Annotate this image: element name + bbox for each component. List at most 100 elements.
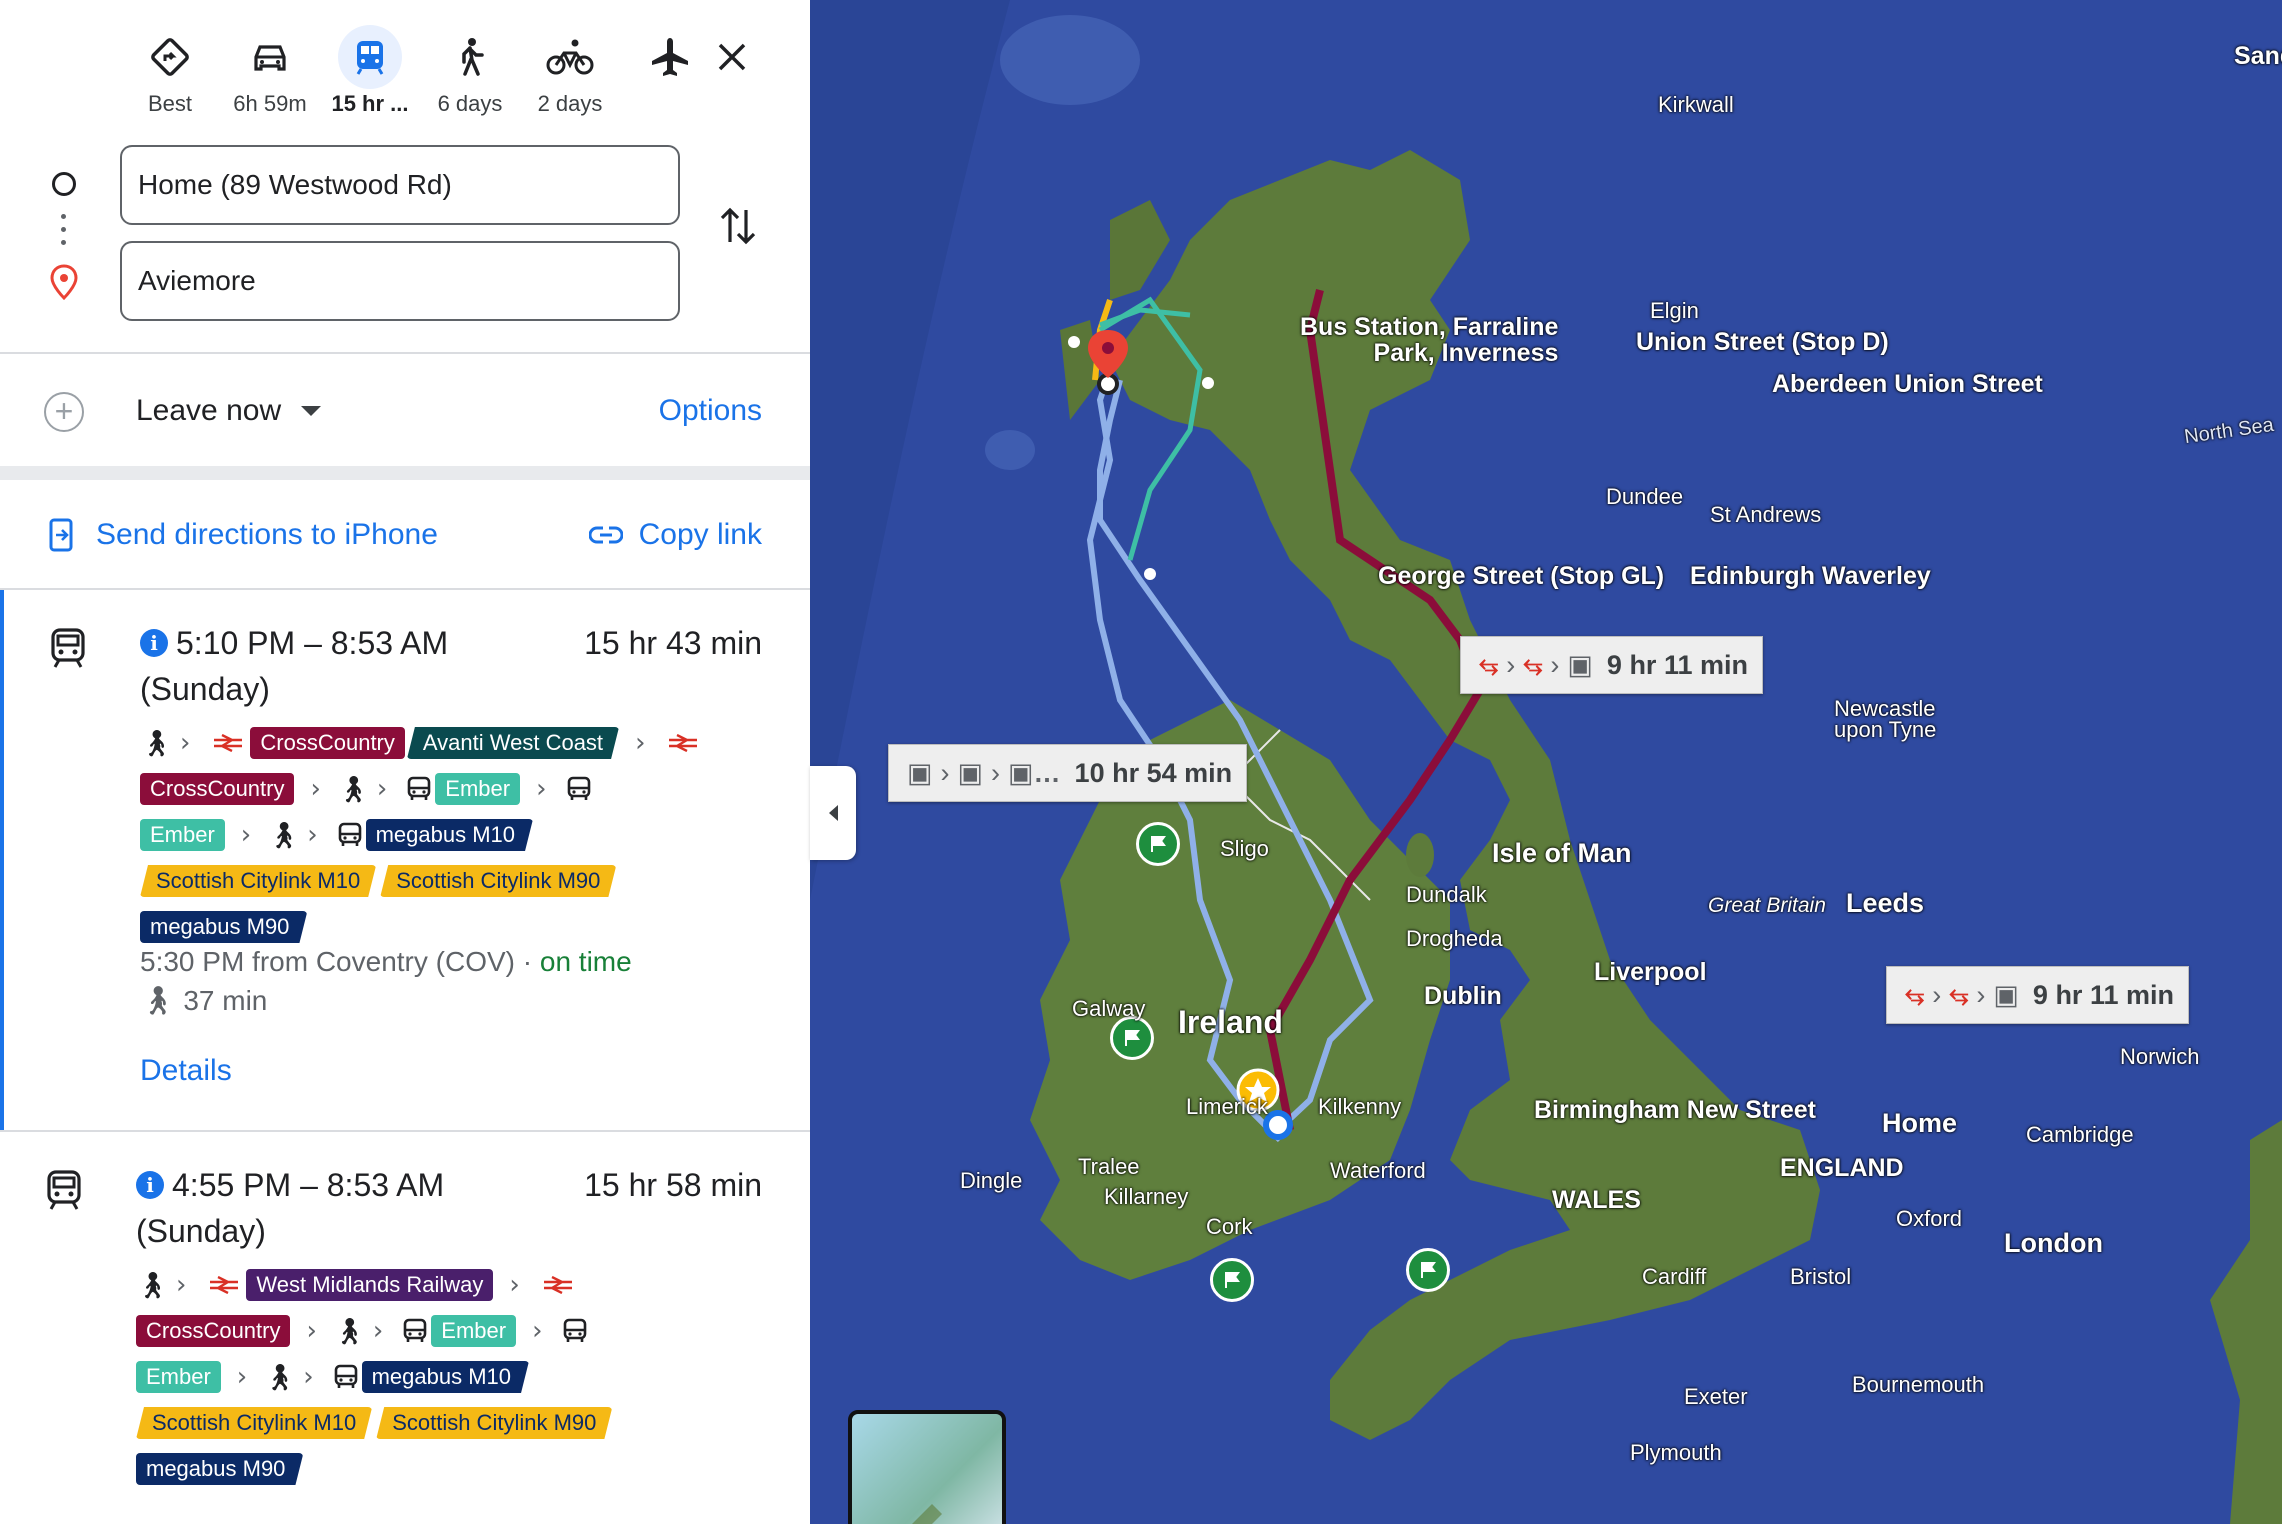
route-option-1[interactable]: i 5:10 PM – 8:53 AM (Sunday) 15 hr 43 min… (0, 590, 810, 1130)
line-badge-megabus-m10: megabus M10 (362, 1361, 529, 1393)
details-link[interactable]: Details (140, 1054, 232, 1088)
line-badge-ember: Ember (140, 819, 225, 851)
mode-cycle[interactable]: 2 days (520, 25, 620, 117)
layers-button[interactable] (848, 1410, 1006, 1524)
national-rail-icon (212, 734, 244, 752)
map-label-sligo: Sligo (1220, 836, 1269, 861)
route-2-time-range: 4:55 PM – 8:53 AM (Sunday) (136, 1167, 445, 1249)
add-stop-icon[interactable]: + (44, 392, 84, 432)
copy-link-button[interactable]: Copy link (588, 518, 762, 552)
close-directions-button[interactable] (700, 25, 764, 89)
destination-input[interactable]: Aviemore (120, 241, 680, 321)
map-label-birmingham: Birmingham New Street (1534, 1096, 1817, 1124)
flag-marker[interactable] (1406, 1248, 1450, 1292)
map-label-george-street: George Street (Stop GL) (1378, 562, 1665, 590)
line-badge-west-midlands-railway: West Midlands Railway (246, 1269, 494, 1301)
swap-arrows-icon (720, 207, 756, 245)
route-callout-2[interactable]: ▣ › ▣ › ▣… 10 hr 54 min (888, 744, 1248, 802)
origin-circle-icon (52, 172, 76, 196)
map-label-great-britain: Great Britain (1708, 894, 1826, 917)
mode-walk[interactable]: 6 days (420, 25, 520, 117)
flag-marker[interactable] (1210, 1258, 1254, 1302)
route-1-times: i 5:10 PM – 8:53 AM (Sunday) (140, 620, 580, 712)
options-button[interactable]: Options (659, 394, 762, 428)
connector-dots (61, 214, 67, 253)
line-badge-ember: Ember (136, 1361, 221, 1393)
bus-icon (563, 1318, 587, 1344)
train-icon (48, 626, 88, 675)
map-canvas[interactable]: ⥃ › ⥃ › ▣ 9 hr 11 min ▣ › ▣ › ▣… 10 hr 54 min ⥃ › ⥃ ›… (810, 0, 2282, 1524)
map-label-plymouth: Plymouth (1630, 1440, 1722, 1465)
map-label-kirkwall: Kirkwall (1658, 92, 1734, 117)
bus-icon: ▣ (907, 757, 933, 788)
bus-icon: ▣… (1008, 757, 1061, 788)
mode-best-label: Best (147, 91, 193, 116)
route-option-2[interactable]: i 4:55 PM – 8:53 AM (Sunday) 15 hr 58 min… (0, 1132, 810, 1524)
map-label-drogheda: Drogheda (1406, 926, 1503, 951)
caret-down-icon (301, 406, 322, 416)
line-badge-citylink-m10: Scottish Citylink M10 (136, 1407, 372, 1439)
leave-now-dropdown[interactable]: Leave now (136, 394, 322, 428)
collapse-panel-button[interactable] (810, 766, 856, 860)
map-label-union-street: Union Street (Stop D) (1636, 328, 1889, 356)
walk-icon: 🚶︎ (263, 1361, 297, 1392)
swap-button[interactable] (718, 202, 758, 255)
map-label-cambridge: Cambridge (2026, 1122, 2134, 1147)
close-icon (718, 43, 746, 71)
walk-icon: 🚶︎ (267, 819, 301, 850)
line-badge-crosscountry: CrossCountry (250, 727, 405, 759)
mode-drive[interactable]: 6h 59m (220, 25, 320, 117)
map-label-limerick: Limerick (1186, 1094, 1268, 1119)
info-icon[interactable]: i (140, 629, 168, 657)
flag-icon (1151, 836, 1166, 852)
national-rail-icon: ⥃ (1949, 981, 1969, 1008)
map-label-leeds: Leeds (1846, 888, 1925, 918)
chevron-right-icon: › (1550, 649, 1560, 680)
airplane-icon (638, 25, 702, 89)
map-label-bus-station: Bus Station, Farraline Park, Inverness (1300, 313, 1559, 367)
line-badge-crosscountry: CrossCountry (140, 773, 295, 805)
walk-icon: 🚶︎ (140, 727, 174, 758)
flag-marker[interactable] (1110, 1016, 1154, 1060)
send-to-phone-button[interactable]: Send directions to iPhone (48, 518, 438, 552)
walk-minutes: 37 min (183, 985, 268, 1016)
directions-diamond-icon (138, 25, 202, 89)
map-label-exeter: Exeter (1684, 1384, 1748, 1409)
line-badge-crosscountry: CrossCountry (136, 1315, 291, 1347)
share-row: Send directions to iPhone Copy link (0, 480, 810, 590)
line-badge-megabus-m10: megabus M10 (366, 819, 533, 851)
mode-best[interactable]: Best (120, 25, 220, 117)
map-label-killarney: Killarney (1104, 1184, 1189, 1209)
chevron-right-icon: › (991, 757, 1001, 788)
walk-icon: 🚶︎ (332, 1315, 366, 1346)
car-icon (238, 25, 302, 89)
info-icon[interactable]: i (136, 1171, 164, 1199)
mode-transit[interactable]: 15 hr ... (320, 25, 420, 117)
route-callout-1[interactable]: ⥃ › ⥃ › ▣ 9 hr 11 min (1460, 636, 1763, 694)
map-label-newcastle: Newcastle upon Tyne (1834, 696, 1937, 742)
chevron-right-icon: › (180, 728, 191, 758)
link-icon (588, 526, 623, 544)
line-badge-avanti: Avanti West Coast (407, 727, 619, 759)
map-label-sand: Sand (2234, 42, 2282, 70)
leave-row: + Leave now Options (0, 360, 810, 460)
flag-marker[interactable] (1136, 822, 1180, 866)
national-rail-icon (667, 734, 699, 752)
train-icon (44, 1168, 84, 1217)
bus-icon: ▣ (1567, 649, 1593, 680)
leave-now-label: Leave now (136, 394, 282, 427)
origin-input[interactable]: Home (89 Westwood Rd) (120, 145, 680, 225)
travel-mode-bar: Best 6h 59m 15 hr ... 6 days 2 days (120, 25, 720, 125)
map-label-bristol: Bristol (1790, 1264, 1852, 1289)
layers-preview-icon (912, 1504, 942, 1524)
route-callout-3[interactable]: ⥃ › ⥃ › ▣ 9 hr 11 min (1886, 966, 2189, 1024)
line-badge-ember: Ember (435, 773, 521, 805)
map-label-london: London (2004, 1228, 2103, 1258)
route-2-steps: 🚶︎ › West Midlands Railway › CrossCountr… (136, 1262, 776, 1492)
line-badge-citylink-m90: Scottish Citylink M90 (376, 1407, 612, 1439)
chevron-right-icon: › (240, 820, 252, 850)
map-label-edinburgh: Edinburgh Waverley (1690, 562, 1931, 590)
map-label-waterford: Waterford (1330, 1158, 1426, 1183)
national-rail-icon (542, 1276, 574, 1294)
chevron-right-icon: › (1976, 979, 1986, 1010)
